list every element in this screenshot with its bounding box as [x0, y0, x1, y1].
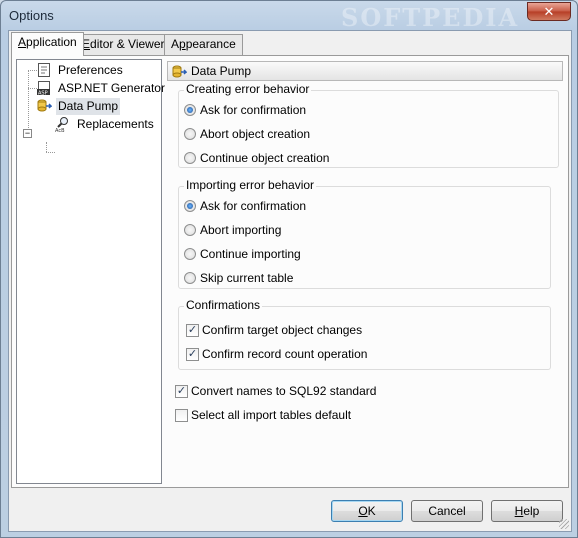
page-title: Data Pump	[191, 64, 252, 78]
data-pump-icon	[37, 99, 52, 112]
application-tab-panel: Preferences ASP ASP.NET Generator − Data…	[11, 55, 569, 488]
svg-text:AcB: AcB	[55, 128, 65, 132]
tree-line	[46, 142, 47, 152]
tree-item-label: Data Pump	[56, 98, 121, 115]
radio-button[interactable]	[184, 128, 196, 140]
group-title: Creating error behavior	[184, 82, 312, 96]
checkbox[interactable]: ✓	[186, 348, 199, 361]
importing-error-group: Importing error behavior Ask for confirm…	[178, 178, 551, 289]
page-header: Data Pump	[167, 61, 563, 81]
group-title: Confirmations	[184, 298, 263, 312]
ok-button[interactable]: OK	[331, 500, 403, 522]
confirmations-group: Confirmations ✓ Confirm target object ch…	[178, 298, 551, 370]
options-window: Options SOFTPEDIA ✕ Application Editor &…	[0, 0, 578, 538]
tab-application[interactable]: Application	[11, 32, 84, 56]
collapse-toggle[interactable]: −	[23, 129, 32, 138]
checkbox[interactable]: ✓	[175, 385, 188, 398]
checkbox[interactable]: ✓	[186, 324, 199, 337]
cancel-button[interactable]: Cancel	[411, 500, 483, 522]
radio-label: Continue importing	[200, 247, 301, 261]
tab-appearance-key: p	[179, 37, 186, 51]
radio-button[interactable]	[184, 104, 196, 116]
window-title: Options	[9, 8, 54, 23]
tree-item-label: ASP.NET Generator	[58, 81, 165, 95]
asp-icon: ASP	[37, 81, 50, 97]
ok-rest: K	[367, 504, 376, 518]
radio-label: Abort importing	[200, 223, 282, 237]
watermark: SOFTPEDIA	[341, 3, 520, 32]
radio-button[interactable]	[184, 224, 196, 236]
tree-line	[46, 152, 55, 153]
tab-appearance[interactable]: Appearance	[164, 34, 243, 55]
data-pump-page: Data Pump Creating error behavior Ask fo…	[167, 59, 565, 484]
tab-editor-rest: ditor & Viewers	[90, 37, 171, 51]
resize-grip[interactable]	[559, 519, 569, 529]
radio-label: Continue object creation	[200, 151, 330, 165]
close-button[interactable]: ✕	[527, 2, 571, 21]
dialog-client: Application Editor & Viewers Appearance …	[8, 30, 572, 532]
tab-application-rest: pplication	[26, 35, 77, 49]
checkbox-label: Confirm record count operation	[202, 347, 368, 361]
checkbox-label: Convert names to SQL92 standard	[191, 384, 377, 398]
radio-button[interactable]	[184, 248, 196, 260]
svg-text:ASP: ASP	[38, 91, 48, 97]
radio-button[interactable]	[184, 152, 196, 164]
tab-editor-viewers[interactable]: Editor & Viewers	[75, 34, 178, 55]
group-title: Importing error behavior	[184, 178, 317, 192]
options-tree[interactable]: Preferences ASP ASP.NET Generator − Data…	[16, 59, 165, 484]
title-bar[interactable]: Options SOFTPEDIA ✕	[1, 1, 577, 32]
tree-item-label: Preferences	[58, 63, 123, 77]
radio-label: Ask for confirmation	[200, 103, 307, 117]
tab-appearance-rest: pearance	[185, 37, 236, 51]
replacements-icon: AcB	[55, 117, 68, 132]
tree-line	[28, 70, 29, 134]
ok-key: O	[358, 504, 368, 518]
radio-button[interactable]	[184, 272, 196, 284]
checkbox-label: Select all import tables default	[191, 408, 352, 422]
tree-item-label: Replacements	[77, 117, 154, 131]
preferences-doc-icon	[38, 63, 50, 77]
creating-error-group: Creating error behavior Ask for confirma…	[178, 82, 559, 168]
tab-application-key: A	[18, 35, 27, 49]
help-rest: elp	[523, 504, 540, 518]
radio-label: Abort object creation	[200, 127, 311, 141]
radio-button[interactable]	[184, 200, 196, 212]
checkbox-label: Confirm target object changes	[202, 323, 363, 337]
help-button[interactable]: Help	[491, 500, 563, 522]
tab-appearance-pre: A	[171, 37, 180, 51]
checkbox[interactable]	[175, 409, 188, 422]
radio-label: Ask for confirmation	[200, 199, 307, 213]
radio-label: Skip current table	[200, 271, 294, 285]
data-pump-icon	[172, 65, 187, 78]
